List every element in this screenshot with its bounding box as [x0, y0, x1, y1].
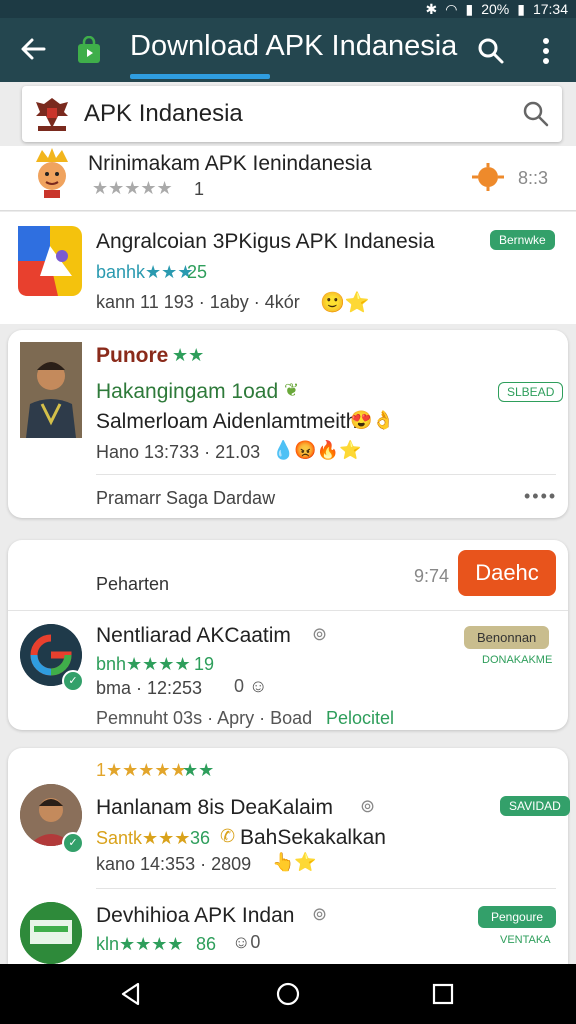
app-card[interactable]: 1★★★★★ ★★ ✓ Hanlanam 8is DeaKalaim ⊚ San…	[8, 748, 570, 964]
badge-subtext: DONAKAKME	[482, 654, 553, 666]
battery-icon: ▮	[517, 0, 525, 17]
featured-right-text: 8::3	[518, 168, 549, 188]
emoji-icon: 💧😡🔥⭐	[272, 440, 362, 460]
emoji-icon: 🙂⭐	[320, 292, 370, 314]
app-card[interactable]: Punore ★★ Hakangingam 1oad ❦ Salmerloam …	[8, 330, 568, 518]
app-rating-value: 86	[196, 934, 217, 954]
app-subtitle: Salmerloam Aidenlamtmeith	[96, 410, 358, 433]
item-footer-link[interactable]: Pelocitel	[326, 708, 394, 729]
nav-home-icon[interactable]	[275, 981, 301, 1007]
decorative-sun-icon	[472, 163, 504, 191]
featured-item[interactable]: Nrinimakam APK Ienindanesia ★★★★★ 1 8::3	[0, 146, 576, 211]
app-meta: kano 14:353 · 2809	[96, 854, 252, 874]
app-title: Hanlanam 8is DeaKalaim	[96, 796, 333, 819]
clock: 17:34	[532, 1, 568, 17]
status-badge[interactable]: SLBEAD	[498, 382, 564, 402]
status-badge[interactable]: Bernwke	[490, 230, 555, 250]
status-badge[interactable]: Pengoure	[478, 906, 557, 928]
app-meta: Hano 13:733 · 21.03	[96, 442, 261, 462]
section-time: 9:74	[414, 566, 450, 586]
publisher-name: Punore	[96, 344, 169, 367]
featured-title: Nrinimakam APK Ienindanesia	[88, 152, 372, 175]
app-rating-stars: kln★★★★	[96, 934, 184, 954]
app-rating-value: 36	[190, 828, 211, 848]
card-footer: Pramarr Saga Dardaw	[96, 488, 276, 508]
page-title: Download APK Indanesia	[130, 30, 458, 62]
person-photo-icon	[20, 342, 82, 438]
wifi-icon: ◠	[445, 0, 458, 17]
back-arrow-icon[interactable]	[18, 34, 48, 64]
top-rating-stars: 1★★★★★	[96, 760, 187, 780]
emoji-icon: 0 ☺	[234, 676, 268, 696]
system-nav-bar	[0, 964, 576, 1024]
nav-recents-icon[interactable]	[430, 981, 456, 1007]
divider	[8, 610, 568, 611]
bluetooth-icon: ✱	[425, 0, 438, 17]
status-badge[interactable]: Benonnan	[464, 626, 550, 649]
more-dots-icon[interactable]: ••••	[524, 486, 557, 507]
list-item[interactable]: Angralcoian 3PKigus APK Indanesia banhk★…	[0, 212, 576, 324]
app-title: Hakangingam 1oad	[96, 380, 279, 403]
publisher-stars: ★★	[172, 345, 205, 365]
search-bar[interactable]: APK Indanesia	[22, 86, 562, 142]
section-header: Peharten	[96, 574, 170, 594]
app-subtitle: BahSekakalkan	[240, 826, 386, 849]
app-rating-value: 25	[187, 262, 208, 282]
app-title: Devhihioa APK Indan	[96, 904, 295, 927]
app-icon	[18, 226, 82, 296]
app-icon	[20, 902, 82, 964]
share-icon: ⊚	[360, 796, 376, 816]
emoji-icon: 😍👌	[350, 410, 395, 430]
publisher-photo	[20, 342, 82, 438]
app-card[interactable]: Peharten 9:74 Daehc ✓ Nentliarad AKCaati…	[8, 540, 568, 730]
app-rating-stars: banhk★★★	[96, 262, 194, 282]
nav-back-icon[interactable]	[118, 981, 144, 1007]
badge-subtext: VENTAKA	[500, 934, 551, 946]
item-footer-text: Pemnuht 03s · Apry · Boad	[96, 708, 313, 728]
tab-indicator	[130, 74, 270, 79]
app-title: Nentliarad AKCaatim	[96, 624, 291, 647]
compass-icon: ⊚	[312, 904, 328, 924]
featured-rating-stars: ★★★★★	[92, 178, 173, 198]
play-store-bag-icon	[78, 36, 100, 63]
character-avatar-icon	[36, 148, 68, 198]
featured-rating-count: 1	[194, 179, 205, 199]
top-rating-stars-green: ★★	[182, 760, 215, 780]
search-input[interactable]: APK Indanesia	[84, 100, 243, 128]
app-rating-stars: bnh★★★★	[96, 654, 191, 674]
leaf-icon: ❦	[284, 380, 300, 400]
more-options-icon[interactable]	[538, 36, 554, 66]
divider	[96, 888, 556, 889]
compass-icon: ⊚	[312, 624, 328, 644]
app-bar: Download APK Indanesia	[0, 18, 576, 82]
battery-percent: 20%	[481, 1, 510, 17]
app-meta: bma · 12:253	[96, 678, 203, 698]
signal-icon: ▮	[465, 0, 474, 17]
list-item-footer: Pemnuht 03s · Apry · Boad Pelocitel	[0, 708, 576, 748]
search-icon[interactable]	[522, 100, 550, 128]
verified-check-icon: ✓	[62, 832, 84, 854]
emoji-icon: 👆⭐	[272, 852, 317, 872]
phone-icon: ✆	[220, 826, 236, 846]
status-bar: ✱ ◠ ▮ 20% ▮ 17:34	[0, 0, 576, 18]
app-rating-stars: Santk★★★	[96, 828, 191, 848]
download-button[interactable]: Daehc	[458, 550, 556, 596]
app-screen-icon	[20, 902, 82, 964]
divider	[96, 474, 556, 475]
app-meta: kann 11 193 · 1aby · 4kór	[96, 292, 300, 312]
verified-check-icon: ✓	[62, 670, 84, 692]
app-title: Angralcoian 3PKigus APK Indanesia	[96, 230, 435, 253]
search-icon[interactable]	[476, 36, 506, 66]
emoji-icon: ☺0	[232, 932, 261, 952]
status-badge[interactable]: SAVIDAD	[500, 796, 570, 816]
garuda-emblem-icon	[36, 98, 68, 131]
app-rating-value: 19	[194, 654, 215, 674]
